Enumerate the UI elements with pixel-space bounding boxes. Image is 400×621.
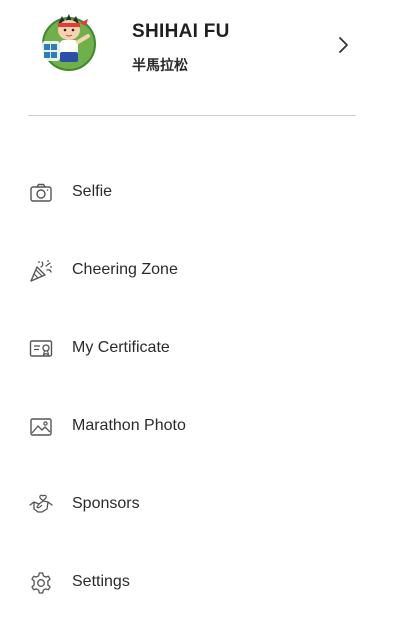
avatar[interactable] bbox=[36, 8, 102, 74]
menu-list: Selfie Cheering Zone My Certificate Mara… bbox=[0, 153, 400, 621]
menu-item-label: Marathon Photo bbox=[72, 417, 186, 434]
divider bbox=[28, 115, 356, 116]
menu-item-label: Selfie bbox=[72, 183, 113, 200]
chevron-right-icon[interactable] bbox=[333, 35, 353, 55]
menu-item-label: My Certificate bbox=[72, 339, 170, 356]
menu-item-my-certificate[interactable]: My Certificate bbox=[0, 309, 400, 387]
certificate-icon bbox=[28, 336, 54, 362]
menu-item-label: Settings bbox=[72, 573, 130, 590]
camera-icon bbox=[28, 180, 54, 206]
profile-event-label: 半馬拉松 bbox=[132, 58, 188, 74]
menu-item-selfie[interactable]: Selfie bbox=[0, 153, 400, 231]
profile-name: SHIHAI FU bbox=[132, 21, 230, 42]
photo-icon bbox=[28, 414, 54, 440]
avatar-illustration bbox=[36, 8, 102, 74]
confetti-icon bbox=[28, 258, 54, 284]
menu-item-marathon-photo[interactable]: Marathon Photo bbox=[0, 387, 400, 465]
gear-icon bbox=[28, 570, 54, 596]
menu-item-label: Sponsors bbox=[72, 495, 140, 512]
profile-header[interactable]: SHIHAI FU 半馬拉松 bbox=[0, 0, 400, 110]
menu-item-cheering-zone[interactable]: Cheering Zone bbox=[0, 231, 400, 309]
menu-item-settings[interactable]: Settings bbox=[0, 543, 400, 621]
handshake-icon bbox=[28, 492, 54, 518]
menu-item-sponsors[interactable]: Sponsors bbox=[0, 465, 400, 543]
menu-item-label: Cheering Zone bbox=[72, 261, 178, 278]
